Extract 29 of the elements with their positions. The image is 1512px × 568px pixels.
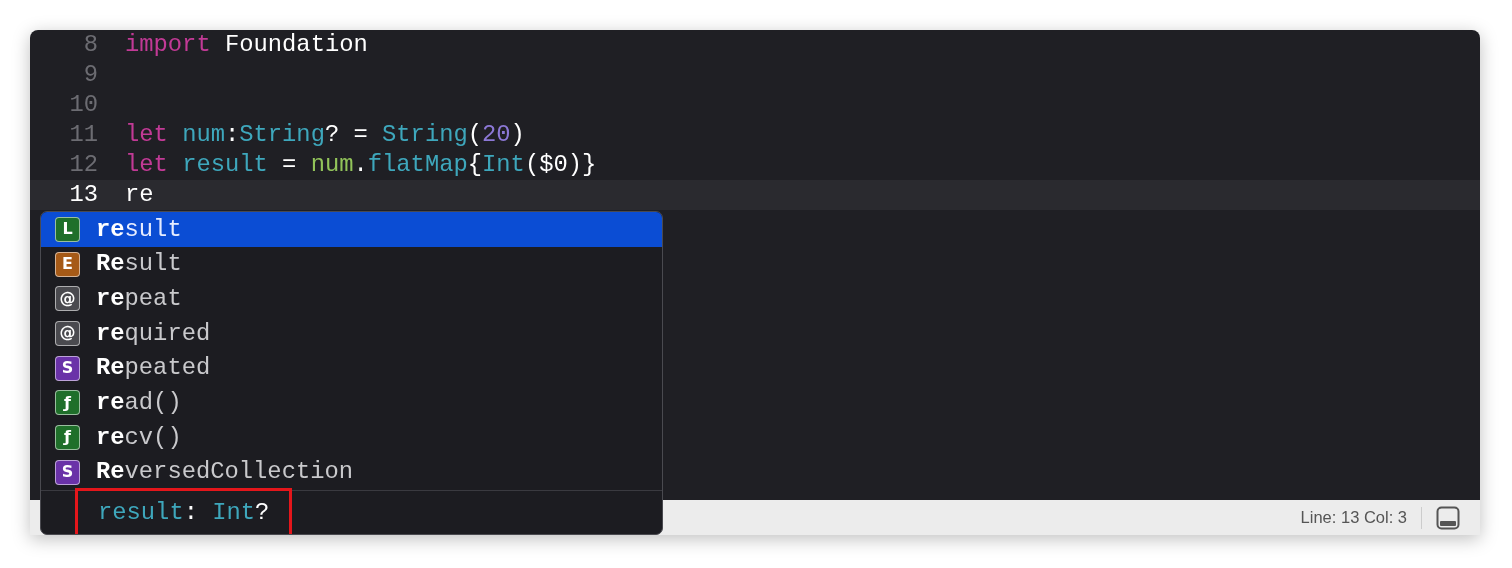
line-number: 8 [82,30,98,61]
code-line: import Foundation [125,30,368,61]
line-number: 11 [68,120,98,151]
completion-item[interactable]: ƒ read() [41,385,662,421]
completion-item[interactable]: L result [41,212,662,247]
line-number: 13 [68,180,98,211]
symbol-kind-icon: @ [55,320,80,346]
symbol-kind-icon: S [55,355,80,381]
completion-item[interactable]: S Repeated [41,350,662,386]
completion-item[interactable]: @ required [41,316,662,351]
cursor-position: Line: 13 Col: 3 [1300,507,1407,529]
symbol-kind-icon: E [55,251,80,277]
symbol-kind-icon: @ [55,286,80,312]
completion-item[interactable]: ƒ recv() [41,420,662,455]
symbol-kind-icon: ƒ [55,390,80,416]
line-number: 9 [82,60,98,91]
completion-item[interactable]: E Result [41,246,662,282]
completion-item[interactable]: @ repeat [41,281,662,317]
symbol-kind-icon: L [55,216,80,242]
line-number: 12 [68,150,98,181]
type-signature: result: Int? [75,488,293,534]
symbol-kind-icon: ƒ [55,424,80,450]
code-line: let result = num.flatMap{Int($0)} [125,150,597,181]
symbol-kind-icon: S [55,459,80,485]
completion-item[interactable]: S ReversedCollection [41,454,662,490]
line-number: 10 [68,90,98,121]
code-line: let num:String? = String(20) [125,120,525,151]
code-line: re [125,180,154,211]
panel-toggle-icon[interactable] [1436,505,1460,530]
